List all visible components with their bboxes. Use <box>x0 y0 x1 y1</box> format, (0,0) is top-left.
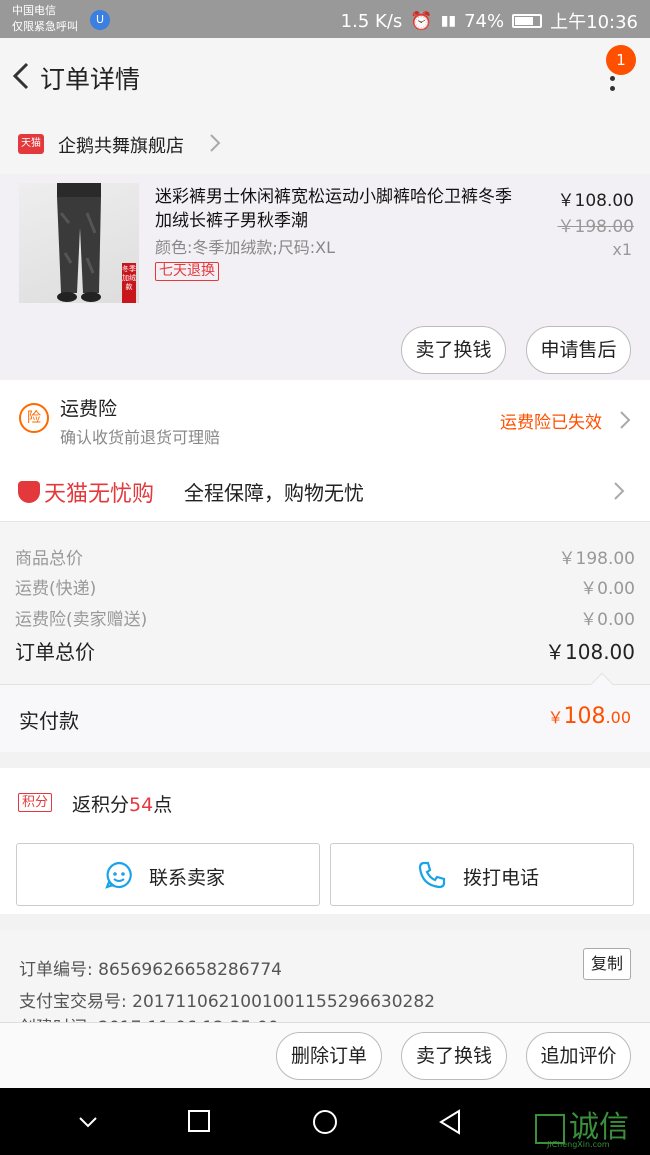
wuyou-logo-text: 天猫无忧购 <box>44 482 155 507</box>
resell-button[interactable]: 卖了换钱 <box>401 1032 507 1080</box>
battery-icon <box>512 14 543 28</box>
product-card[interactable]: 冬季加绒款 迷彩裤男士休闲裤宽松运动小脚裤哈伦卫裤冬季加绒长裤子男秋季潮 颜色:… <box>0 174 650 380</box>
product-quantity: x1 <box>612 240 632 259</box>
points-prefix: 返积分 <box>72 794 130 816</box>
shop-row[interactable]: 天猫 企鹅共舞旗舰店 <box>0 114 650 174</box>
status-bar: 中国电信 仅限紧急呼叫 U 1.5 K/s ⏰ ▮▮ 74% 上午10:36 <box>0 0 650 38</box>
price-summary: 商品总价 ￥198.00 运费(快递) ￥0.00 运费险(卖家赠送) ￥0.0… <box>0 522 650 684</box>
tmall-wuyou-logo: 天猫无忧购 <box>18 476 154 508</box>
amount-integer: 108 <box>563 704 606 729</box>
points-suffix: 点 <box>153 794 173 816</box>
order-info-section: 订单编号: 865696266582867​74 支付宝交易号: 2017110… <box>0 930 650 1030</box>
insurance-subtitle: 确认收货前退货可理赔 <box>60 428 221 447</box>
chevron-right-icon <box>614 482 625 500</box>
currency-symbol: ￥ <box>547 708 564 727</box>
collapse-chevron-icon[interactable] <box>76 1110 100 1134</box>
watermark-icon <box>535 1113 565 1144</box>
notification-app-icon: U <box>90 10 110 30</box>
summary-value: ￥0.00 <box>580 610 635 630</box>
tmall-guarantee-row[interactable]: 天猫无忧购 全程保障，购物无忧 <box>0 460 650 522</box>
order-number: 订单编号: 865696266582867​74 <box>19 960 283 980</box>
insurance-title: 运费险 <box>60 398 118 420</box>
amount-paid-label: 实付款 <box>19 709 79 733</box>
clock: 上午10:36 <box>550 12 638 33</box>
home-icon[interactable] <box>311 1108 339 1136</box>
add-review-button[interactable]: 追加评价 <box>526 1032 631 1080</box>
product-original-price: ￥198.00 <box>557 217 634 237</box>
carrier-status: 仅限紧急呼叫 <box>12 20 78 33</box>
bottom-action-bar: 删除订单 卖了换钱 追加评价 <box>0 1022 650 1088</box>
call-phone-label: 拨打电话 <box>463 867 540 889</box>
page-header: 订单详情 <box>0 38 650 114</box>
summary-value: ￥198.00 <box>558 549 635 569</box>
contact-seller-label: 联系卖家 <box>149 867 226 889</box>
alarm-icon: ⏰ <box>410 10 433 32</box>
back-triangle-icon[interactable] <box>437 1108 463 1136</box>
order-total-value: ￥108.00 <box>545 640 635 664</box>
chevron-right-icon <box>620 411 631 429</box>
signal-icon: ▮▮ <box>440 13 457 29</box>
phone-icon <box>418 861 446 889</box>
insurance-status: 运费险已失效 <box>500 413 602 433</box>
order-total-row: 订单总价 ￥108.00 <box>15 636 635 665</box>
back-arrow-icon[interactable] <box>8 58 36 94</box>
after-sale-button[interactable]: 申请售后 <box>526 326 631 374</box>
summary-row: 商品总价 ￥198.00 <box>15 544 635 569</box>
summary-row: 运费险(卖家赠送) ￥0.00 <box>15 605 635 630</box>
points-tag: 积分 <box>18 793 53 812</box>
alipay-trade-number: 支付宝交易号: 2017110621001001155296630282 <box>19 992 435 1012</box>
recent-apps-icon[interactable] <box>186 1108 212 1134</box>
amount-paid-value: ￥108.00 <box>548 704 631 729</box>
summary-label: 运费(快递) <box>15 579 97 599</box>
amount-decimal: .00 <box>605 708 631 727</box>
tmall-icon: 天猫 <box>18 134 44 154</box>
product-image[interactable]: 冬季加绒款 <box>19 183 139 303</box>
resell-button[interactable]: 卖了换钱 <box>401 326 506 374</box>
summary-label: 运费险(卖家赠送) <box>15 610 148 630</box>
delete-order-button[interactable]: 删除订单 <box>276 1032 382 1080</box>
chevron-right-icon <box>210 134 221 152</box>
shield-icon <box>18 481 40 503</box>
carrier-name: 中国电信 <box>12 4 56 17</box>
battery-percent: 74% <box>464 10 505 32</box>
summary-label: 商品总价 <box>15 549 83 569</box>
product-price: ￥108.00 <box>557 191 634 211</box>
seven-day-return-tag: 七天退换 <box>155 262 219 281</box>
insurance-icon: 险 <box>19 403 49 433</box>
pants-photo <box>57 183 101 302</box>
points-text: 返积分54点 <box>72 790 172 817</box>
points-count: 54 <box>129 794 154 816</box>
product-title[interactable]: 迷彩裤男士休闲裤宽松运动小脚裤哈伦卫裤冬季加绒长裤子男秋季潮 <box>155 185 515 233</box>
shipping-insurance-row[interactable]: 险 运费险 确认收货前退货可理赔 运费险已失效 <box>0 380 650 460</box>
carrier-info: 中国电信 仅限紧急呼叫 <box>12 3 78 35</box>
product-image-tag: 冬季加绒款 <box>122 263 136 303</box>
notification-badge: 1 <box>606 45 636 75</box>
system-navigation-bar: 诚信 JiChengXin.com <box>0 1088 650 1155</box>
call-phone-button[interactable]: 拨打电话 <box>330 843 634 906</box>
product-sku: 颜色:冬季加绒款;尺码:XL <box>155 238 336 257</box>
order-total-label: 订单总价 <box>15 640 95 664</box>
page-title: 订单详情 <box>40 65 141 94</box>
contact-seller-button[interactable]: 联系卖家 <box>16 843 320 906</box>
points-section: 积分 返积分54点 联系卖家 拨打电话 <box>0 768 650 914</box>
guarantee-slogan: 全程保障，购物无忧 <box>184 481 364 505</box>
summary-value: ￥0.00 <box>580 579 635 599</box>
network-speed: 1.5 K/s <box>340 10 403 32</box>
watermark-sub: JiChengXin.com <box>547 1140 610 1149</box>
chat-bubble-icon <box>105 861 132 889</box>
copy-button[interactable]: 复制 <box>583 948 631 980</box>
shop-name: 企鹅共舞旗舰店 <box>58 136 184 157</box>
watermark: 诚信 JiChengXin.com <box>535 1102 629 1149</box>
amount-paid-row: 实付款 ￥108.00 <box>0 684 650 752</box>
status-right: 1.5 K/s ⏰ ▮▮ 74% 上午10:36 <box>341 8 638 34</box>
summary-row: 运费(快递) ￥0.00 <box>15 574 635 599</box>
